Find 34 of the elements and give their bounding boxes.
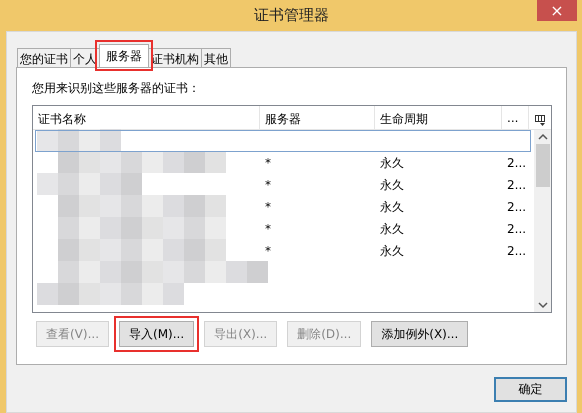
table-cell-text: 2...: [506, 222, 528, 236]
table-row[interactable]: * 永久 2...: [33, 152, 534, 174]
table-row[interactable]: * 永久 2...: [33, 174, 534, 196]
description-text: 您用来识别这些服务器的证书：: [32, 80, 201, 97]
table-cell-text: *: [264, 222, 272, 236]
ok-button[interactable]: 确定: [494, 377, 567, 402]
table-row[interactable]: [35, 130, 531, 152]
table-cell-text: 永久: [379, 242, 405, 260]
action-button[interactable]: 添加例外(X)...: [371, 321, 468, 347]
table-cell-text: *: [264, 156, 272, 170]
table-cell-text: *: [264, 244, 272, 258]
table-row[interactable]: * 永久 2...: [33, 196, 534, 218]
column-header[interactable]: 生命周期: [375, 106, 502, 129]
table-cell-text: 2...: [506, 244, 528, 258]
column-header[interactable]: ...: [502, 106, 529, 129]
table-cell-text: 永久: [379, 154, 405, 172]
table-cell-text: 2...: [506, 200, 528, 214]
table-cell-text: 永久: [379, 220, 405, 238]
table-cell-text: 2...: [506, 178, 528, 192]
table-cell-text: *: [264, 178, 272, 192]
table-cell-text: 2...: [506, 156, 528, 170]
tab[interactable]: 其他: [201, 48, 231, 67]
table-row[interactable]: * 永久 2...: [33, 218, 534, 240]
column-header[interactable]: 服务器: [260, 106, 375, 129]
table-cell-text: *: [264, 200, 272, 214]
table-cell-text: 永久: [379, 198, 405, 216]
scrollbar-thumb[interactable]: [536, 144, 550, 187]
close-button[interactable]: ×: [537, 0, 577, 21]
table-cell-text: 永久: [379, 176, 405, 194]
tab[interactable]: 您的证书: [17, 48, 71, 67]
column-picker-icon[interactable]: [534, 114, 546, 126]
action-button[interactable]: 导入(M)...: [119, 321, 194, 347]
window-title: 证书管理器: [254, 6, 329, 25]
table-row[interactable]: * 永久 2...: [33, 240, 534, 262]
